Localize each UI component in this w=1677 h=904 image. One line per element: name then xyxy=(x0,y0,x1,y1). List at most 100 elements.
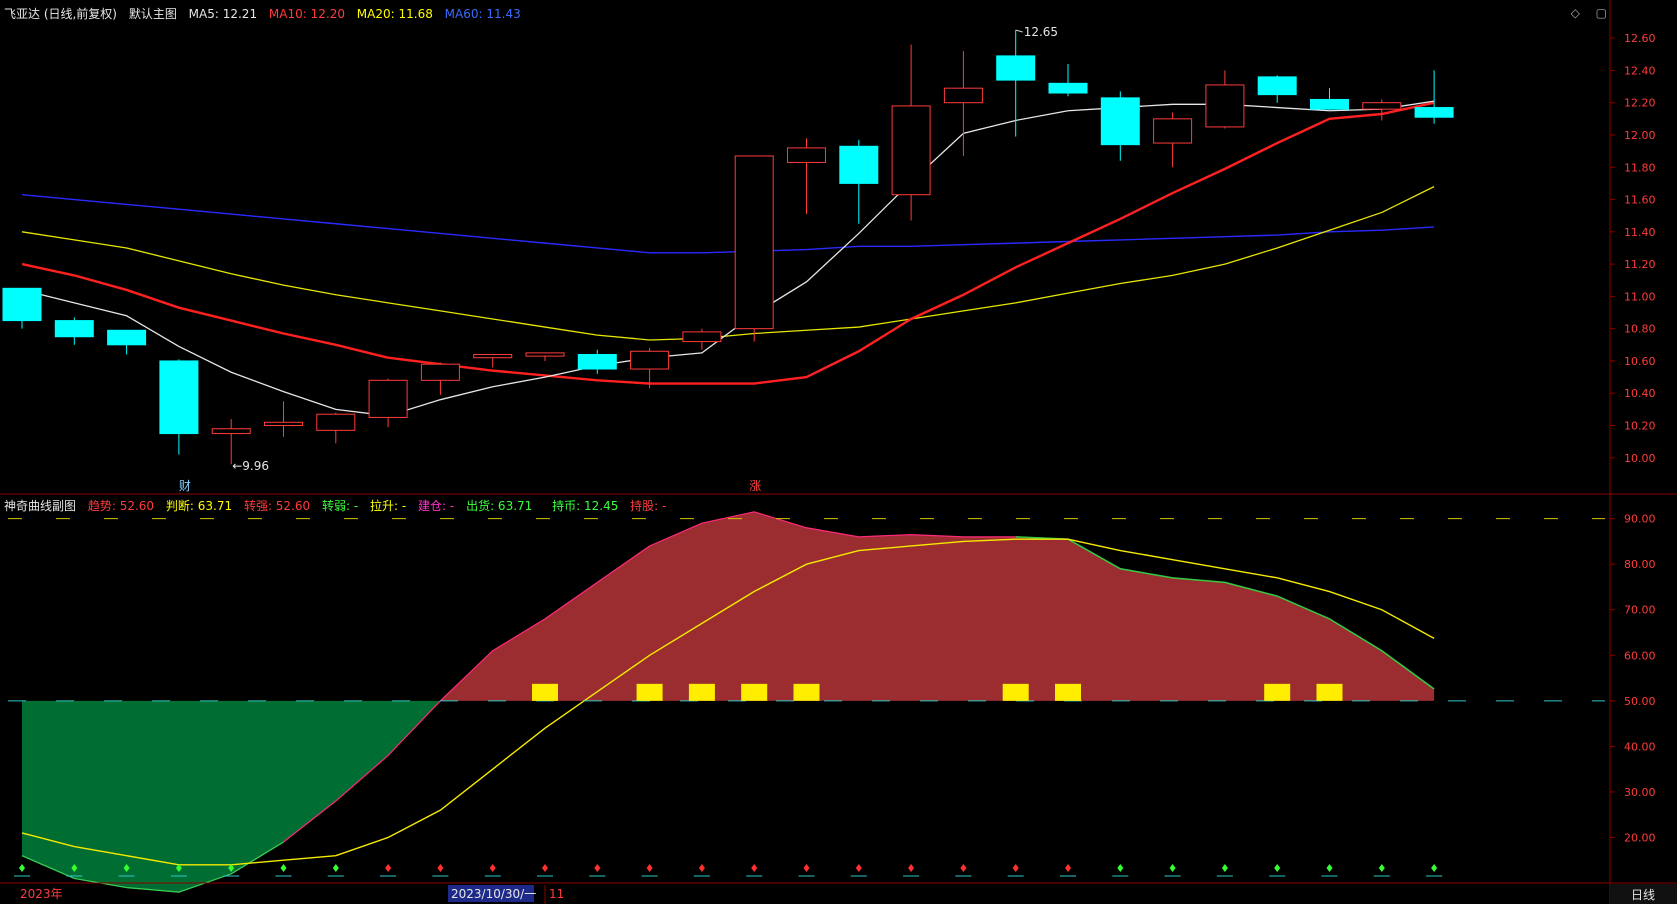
y-tick-label: 11.40 xyxy=(1624,226,1656,239)
candle[interactable] xyxy=(1414,70,1454,124)
signal-marker[interactable] xyxy=(1002,683,1029,701)
candle[interactable] xyxy=(891,44,931,221)
candle-body xyxy=(473,353,513,359)
low-label: ←9.96 xyxy=(232,459,269,473)
candle-body xyxy=(1362,102,1402,110)
candle[interactable] xyxy=(525,352,565,361)
candle[interactable] xyxy=(1153,112,1193,168)
candle-body xyxy=(630,350,670,370)
holdshare-label: 持股: - xyxy=(630,499,667,513)
signal-dot xyxy=(908,864,915,872)
candle-body xyxy=(211,428,251,435)
candle[interactable] xyxy=(1310,88,1349,111)
y-tick-label: 11.80 xyxy=(1624,161,1656,174)
sub-y-tick-label: 60.00 xyxy=(1624,649,1656,662)
candle-body xyxy=(891,105,931,196)
period-button: 日线 xyxy=(1631,888,1655,902)
signal-dot xyxy=(1012,864,1019,872)
candle[interactable] xyxy=(682,328,722,350)
sub-panel[interactable]: 90.00 80.00 70.00 60.00 50.00 40.00 30.00 20.00 xyxy=(8,511,1656,893)
signal-marker[interactable] xyxy=(793,683,820,701)
y-tick-label: 10.40 xyxy=(1624,387,1656,400)
build-label: 建仓: - xyxy=(418,499,455,513)
candle[interactable] xyxy=(996,30,1036,137)
signal-dot xyxy=(960,864,967,872)
candle-body xyxy=(734,155,774,330)
candle[interactable] xyxy=(473,353,513,368)
candle-body xyxy=(1310,98,1349,110)
sub-y-tick-label: 30.00 xyxy=(1624,786,1656,799)
candle-body xyxy=(996,55,1036,81)
diamond-icon[interactable]: ◇ xyxy=(1571,6,1580,20)
candle-body xyxy=(787,147,826,163)
candle[interactable] xyxy=(1048,63,1088,97)
candle-body xyxy=(525,352,565,357)
candle[interactable] xyxy=(368,378,408,428)
candle-body xyxy=(1414,107,1454,118)
signal-marker[interactable] xyxy=(636,683,663,701)
signal-dot xyxy=(855,864,862,872)
candle[interactable] xyxy=(734,155,774,342)
candle[interactable] xyxy=(316,412,356,444)
signal-dot xyxy=(542,864,548,872)
y-tick-label: 12.20 xyxy=(1624,97,1656,110)
signal-dot xyxy=(1274,864,1281,872)
candle-body xyxy=(2,287,42,322)
y-tick-label: 10.60 xyxy=(1624,355,1656,368)
candle-body xyxy=(577,353,617,370)
sub-y-tick-label: 70.00 xyxy=(1624,604,1656,617)
candle[interactable] xyxy=(211,419,251,465)
candle-body xyxy=(54,320,94,338)
candle-body xyxy=(420,363,460,381)
candle[interactable] xyxy=(264,401,303,437)
candle[interactable] xyxy=(420,362,460,395)
candle[interactable] xyxy=(1205,70,1245,129)
candle[interactable] xyxy=(787,138,826,215)
indicator-name[interactable]: 神奇曲线副图 xyxy=(4,499,76,513)
signal-dot xyxy=(698,864,705,872)
candle[interactable] xyxy=(1100,91,1140,161)
signal-dot xyxy=(437,864,444,872)
y-tick-label: 10.00 xyxy=(1624,452,1656,465)
signal-marker[interactable] xyxy=(1055,683,1081,701)
signal-dot xyxy=(1378,864,1385,872)
month-label: 11 xyxy=(549,887,564,901)
candle[interactable] xyxy=(839,139,879,224)
chart-canvas[interactable]: 12.60 12.40 12.20 12.00 11.80 11.60 11.40 11.20… xyxy=(0,0,1677,904)
candle[interactable] xyxy=(54,317,94,345)
ship-label: 出货: 63.71 xyxy=(466,499,533,513)
candle[interactable] xyxy=(943,51,983,156)
candle[interactable] xyxy=(1257,75,1297,103)
weak-label: 转弱: - xyxy=(321,499,359,513)
sub-y-tick-label: 80.00 xyxy=(1624,558,1656,571)
lift-label: 拉升: - xyxy=(370,499,407,513)
candle[interactable] xyxy=(2,287,42,329)
judge-label: 判断: 63.71 xyxy=(165,499,233,513)
window-restore-icon[interactable]: ▢ xyxy=(1596,6,1607,20)
signal-dot xyxy=(1221,864,1228,872)
sub-y-tick-label: 20.00 xyxy=(1624,831,1656,844)
signal-marker[interactable] xyxy=(1316,683,1343,701)
symbol-title[interactable]: 飞亚达 (日线,前复权) xyxy=(4,7,117,21)
signal-marker[interactable] xyxy=(532,683,558,701)
y-tick-label: 12.00 xyxy=(1624,129,1656,142)
candle-body xyxy=(107,329,147,346)
main-panel[interactable]: 12.60 12.40 12.20 12.00 11.80 11.60 11.40 11.20… xyxy=(2,25,1656,493)
signal-marker[interactable] xyxy=(1264,683,1291,701)
signal-dot xyxy=(1431,864,1438,872)
signal-marker[interactable] xyxy=(741,683,768,701)
candle[interactable] xyxy=(159,359,199,455)
candle[interactable] xyxy=(577,349,617,374)
sub-header: 神奇曲线副图 趋势: 52.60 判断: 63.71 转强: 52.60 转弱:… xyxy=(4,497,674,514)
trend-label: 趋势: 52.60 xyxy=(87,499,155,513)
signal-dot xyxy=(332,864,339,872)
ma20-label: MA20: 11.68 xyxy=(356,7,433,21)
sub-y-tick-label: 40.00 xyxy=(1624,740,1656,753)
high-label: 12.65 xyxy=(1024,25,1058,39)
template-name[interactable]: 默认主图 xyxy=(129,7,177,21)
candle-body xyxy=(368,379,408,418)
signal-dot xyxy=(1169,864,1176,872)
candle-body xyxy=(159,360,199,435)
candle[interactable] xyxy=(107,329,147,355)
signal-marker[interactable] xyxy=(688,683,715,701)
